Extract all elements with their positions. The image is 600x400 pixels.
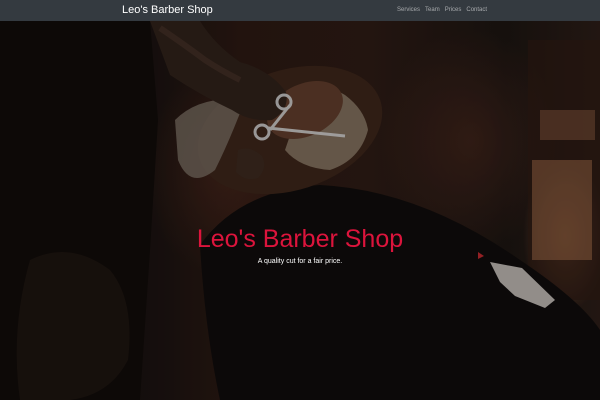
nav-link-services[interactable]: Services — [397, 6, 420, 15]
hero-section: Leo's Barber Shop A quality cut for a fa… — [0, 21, 600, 400]
hero-title: Leo's Barber Shop — [196, 225, 404, 253]
nav-link-team[interactable]: Team — [425, 6, 440, 15]
nav-link-prices[interactable]: Prices — [445, 6, 462, 15]
hero-overlay — [0, 21, 600, 400]
nav-link-contact[interactable]: Contact — [466, 6, 487, 15]
nav-links: Services Team Prices Contact — [397, 6, 487, 15]
hero-subtitle: A quality cut for a fair price. — [257, 258, 343, 265]
navbar: Leo's Barber Shop Services Team Prices C… — [0, 0, 600, 21]
navbar-brand[interactable]: Leo's Barber Shop — [122, 3, 213, 18]
